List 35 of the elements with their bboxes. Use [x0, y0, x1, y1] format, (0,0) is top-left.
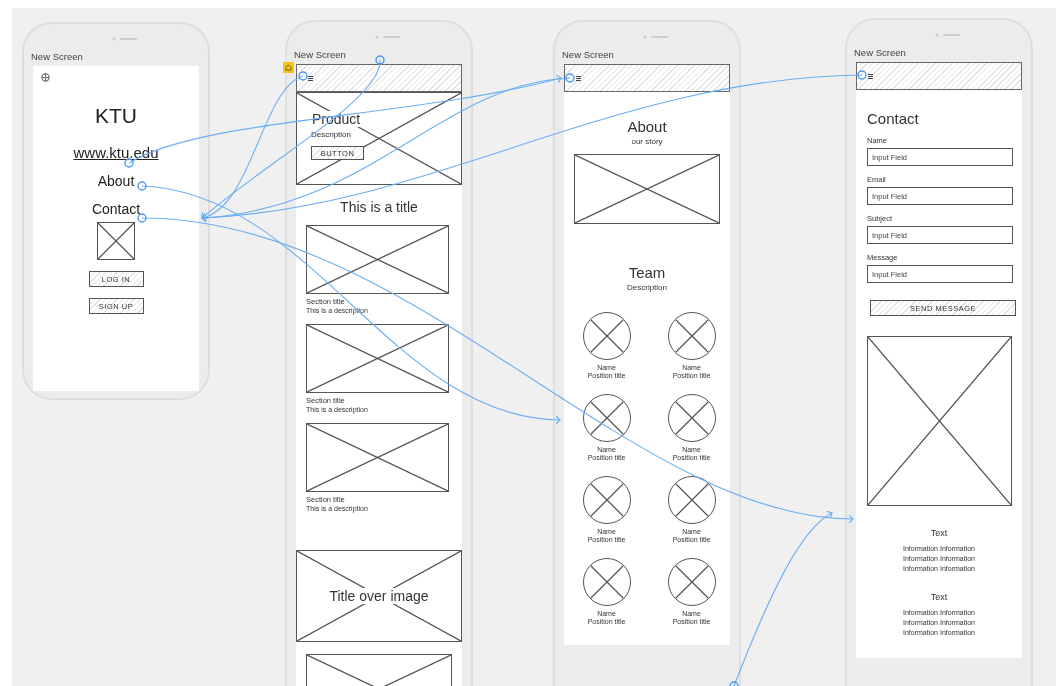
screen-title: New Screen	[854, 47, 906, 58]
speaker-drawing	[111, 36, 137, 42]
menu-icon[interactable]	[868, 73, 873, 79]
avatar-placeholder	[667, 312, 716, 360]
menu-icon[interactable]	[308, 75, 313, 81]
page-title: This is a title	[339, 199, 419, 215]
url-link[interactable]: www.ktu.edu	[73, 144, 159, 161]
screen-title: New Screen	[31, 51, 83, 62]
speaker-drawing	[934, 32, 960, 38]
section-subtitle: our story	[630, 137, 664, 146]
avatar-placeholder	[667, 394, 716, 442]
avatar-placeholder	[667, 476, 716, 524]
avatar-placeholder	[582, 558, 631, 606]
section-heading: Team	[627, 264, 667, 281]
speaker-drawing	[374, 34, 400, 40]
nav-link[interactable]: Contact	[91, 201, 141, 217]
avatar-placeholder	[582, 394, 631, 442]
info-title: Text	[930, 528, 948, 538]
logo-text: KTU	[94, 104, 138, 128]
menu-icon[interactable]	[576, 75, 581, 81]
speaker-drawing	[642, 34, 668, 40]
nav-link[interactable]: About	[97, 173, 135, 189]
banner-title: Title over image	[327, 588, 431, 604]
screen-title: New Screen	[562, 49, 614, 60]
image-placeholder	[97, 222, 135, 260]
screen-title: New Screen	[294, 49, 346, 60]
avatar-placeholder	[667, 558, 716, 606]
section-heading: About	[626, 118, 668, 135]
globe-icon	[41, 73, 50, 82]
avatar-placeholder	[582, 476, 631, 524]
info-title: Text	[930, 592, 948, 602]
avatar-placeholder	[582, 312, 631, 360]
hero-description: Description	[311, 130, 351, 139]
section-subtitle: Description	[626, 283, 668, 292]
page-title: Contact	[867, 110, 919, 127]
